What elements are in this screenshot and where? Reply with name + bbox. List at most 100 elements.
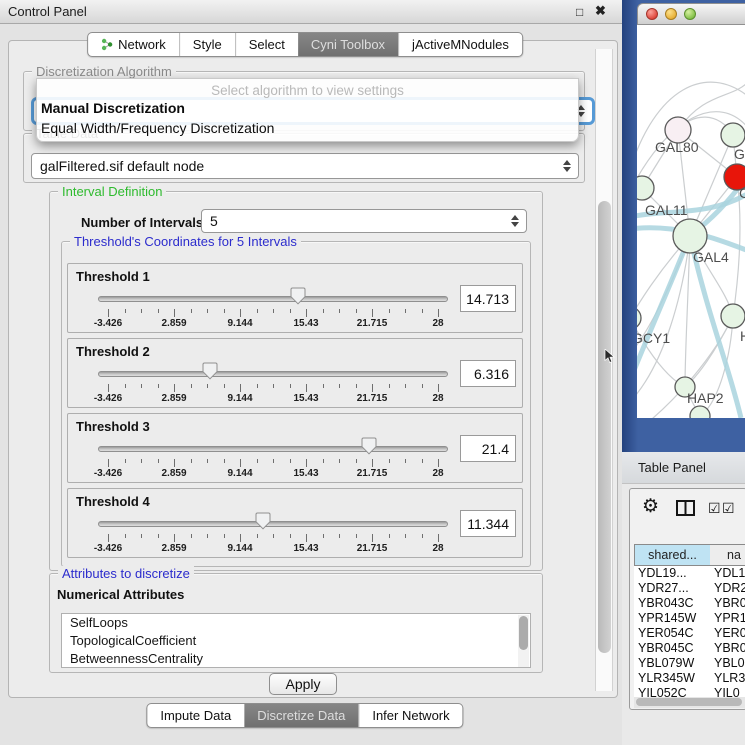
panel-title: Control Panel [8,4,87,19]
close-icon[interactable]: ✖ [595,3,606,19]
threshold-value-input[interactable] [460,435,516,462]
tab-style[interactable]: Style [179,33,235,56]
slider-tick [191,309,192,313]
network-node-green[interactable] [637,307,641,329]
zoom-traffic-light-icon[interactable] [684,8,696,20]
threshold-label: Threshold 4 [76,494,150,509]
table-rows: YDL19...YDL1YDR27...YDR2YBR043CYBR0YPR14… [634,566,745,697]
slider-tick [389,384,390,388]
slider-tick [191,534,192,538]
network-canvas[interactable]: GAL80GAGAL11CGAL4GCY1HHAP2 [637,25,745,418]
table-row[interactable]: YIL052CYIL0 [634,686,745,697]
apply-button[interactable]: Apply [269,673,337,695]
slider-thumb[interactable] [255,512,271,535]
column-header-name[interactable]: na [710,544,745,566]
slider-tick-label: 9.144 [227,393,252,404]
number-of-intervals-value: 5 [210,213,218,229]
bottom-tab-impute-data[interactable]: Impute Data [147,704,244,727]
bottom-tab-bar: Impute DataDiscretize DataInfer Network [146,703,463,728]
cell-name: YDR2 [714,581,745,596]
table-horizontal-scrollbar-thumb[interactable] [636,698,742,706]
table-horizontal-scrollbar[interactable] [634,697,745,708]
attributes-scrollbar[interactable] [518,615,529,668]
checkbox-icon[interactable]: ☑ [708,500,721,517]
slider-tick [438,534,439,542]
number-of-intervals-label: Number of Intervals [81,215,203,230]
tab-network[interactable]: Network [88,33,179,56]
network-node-label: C [739,185,745,201]
slider-track[interactable] [98,446,448,452]
threshold-value-input[interactable] [460,360,516,387]
attribute-item-topologicalcoefficient[interactable]: TopologicalCoefficient [62,632,530,650]
attribute-item-selfloops[interactable]: SelfLoops [62,614,530,632]
attribute-item-betweennesscentrality[interactable]: BetweennessCentrality [62,650,530,668]
float-window-icon[interactable]: □ [576,5,583,19]
gear-icon[interactable]: ⚙ [642,495,659,518]
network-edge[interactable] [685,316,733,387]
slider-thumb[interactable] [290,287,306,310]
slider-tick [174,309,175,317]
panel-scrollbar[interactable] [595,49,613,691]
table-row[interactable]: YLR345WYLR3 [634,671,745,686]
slider-track[interactable] [98,371,448,377]
algorithm-option-manual-discretization[interactable]: Manual Discretization [41,100,185,116]
table-row[interactable]: YBL079WYBL0 [634,656,745,671]
table-row[interactable]: YBR043CYBR0 [634,596,745,611]
numerical-attributes-list[interactable]: SelfLoopsTopologicalCoefficientBetweenne… [61,613,531,668]
threshold-value-input[interactable] [460,510,516,537]
close-traffic-light-icon[interactable] [646,8,658,20]
tab-cyni-toolbox[interactable]: Cyni Toolbox [298,33,398,56]
network-node-green[interactable] [637,176,654,200]
bottom-tab-infer-network[interactable]: Infer Network [358,704,462,727]
slider-tick [141,534,142,538]
network-edge-highlighted[interactable] [637,236,690,383]
slider-tick [257,309,258,313]
slider-tick [240,309,241,317]
discretization-algorithm-title: Discretization Algorithm [32,64,176,79]
tab-jactivemnodules[interactable]: jActiveMNodules [398,33,522,56]
slider-thumb[interactable] [361,437,377,460]
slider-tick [356,534,357,538]
table-row[interactable]: YER054CYER0 [634,626,745,641]
cell-name: YIL0 [714,686,740,697]
network-node-green[interactable] [721,123,745,147]
slider-tick [158,309,159,313]
threshold-value-input[interactable] [460,285,516,312]
cell-shared-name: YBR043C [638,596,694,611]
tab-select[interactable]: Select [235,33,298,56]
number-of-intervals-combobox[interactable]: 5 [201,209,527,233]
network-node-green[interactable] [690,406,710,418]
attributes-scrollbar-thumb[interactable] [519,616,528,650]
slider-tick-label: 2.859 [161,393,186,404]
slider-tick [141,309,142,313]
slider-tick-label: 28 [432,468,443,479]
table-row[interactable]: YBR045CYBR0 [634,641,745,656]
table-row[interactable]: YDL19...YDL1 [634,566,745,581]
table-row[interactable]: YPR145WYPR1 [634,611,745,626]
slider-tick [224,384,225,388]
slider-tick [372,534,373,542]
slider-tick [273,384,274,388]
tab-select-label: Select [249,37,285,52]
network-node-label: GAL4 [693,249,729,265]
network-node-green[interactable] [721,304,745,328]
minimize-traffic-light-icon[interactable] [665,8,677,20]
slider-tick [125,384,126,388]
table-row[interactable]: YDR27...YDR2 [634,581,745,596]
network-node-green[interactable] [673,219,707,253]
table-data-combobox[interactable]: galFiltered.sif default node [31,153,579,179]
network-edge[interactable] [685,236,690,387]
network-node-label: GCY1 [637,330,670,346]
slider-track[interactable] [98,296,448,302]
split-table-icon[interactable] [676,500,695,516]
column-header-shared[interactable]: shared... [634,544,711,566]
bottom-tab-discretize-data[interactable]: Discretize Data [244,704,358,727]
checkbox-icon[interactable]: ☑ [722,500,735,517]
cell-name: YBL0 [714,656,745,671]
slider-thumb[interactable] [202,362,218,385]
network-node-label: H [740,328,745,344]
panel-scrollbar-thumb[interactable] [598,201,611,653]
slider-track[interactable] [98,521,448,527]
algorithm-option-equal-width-frequency[interactable]: Equal Width/Frequency Discretization [41,120,274,136]
slider-tick [174,384,175,392]
